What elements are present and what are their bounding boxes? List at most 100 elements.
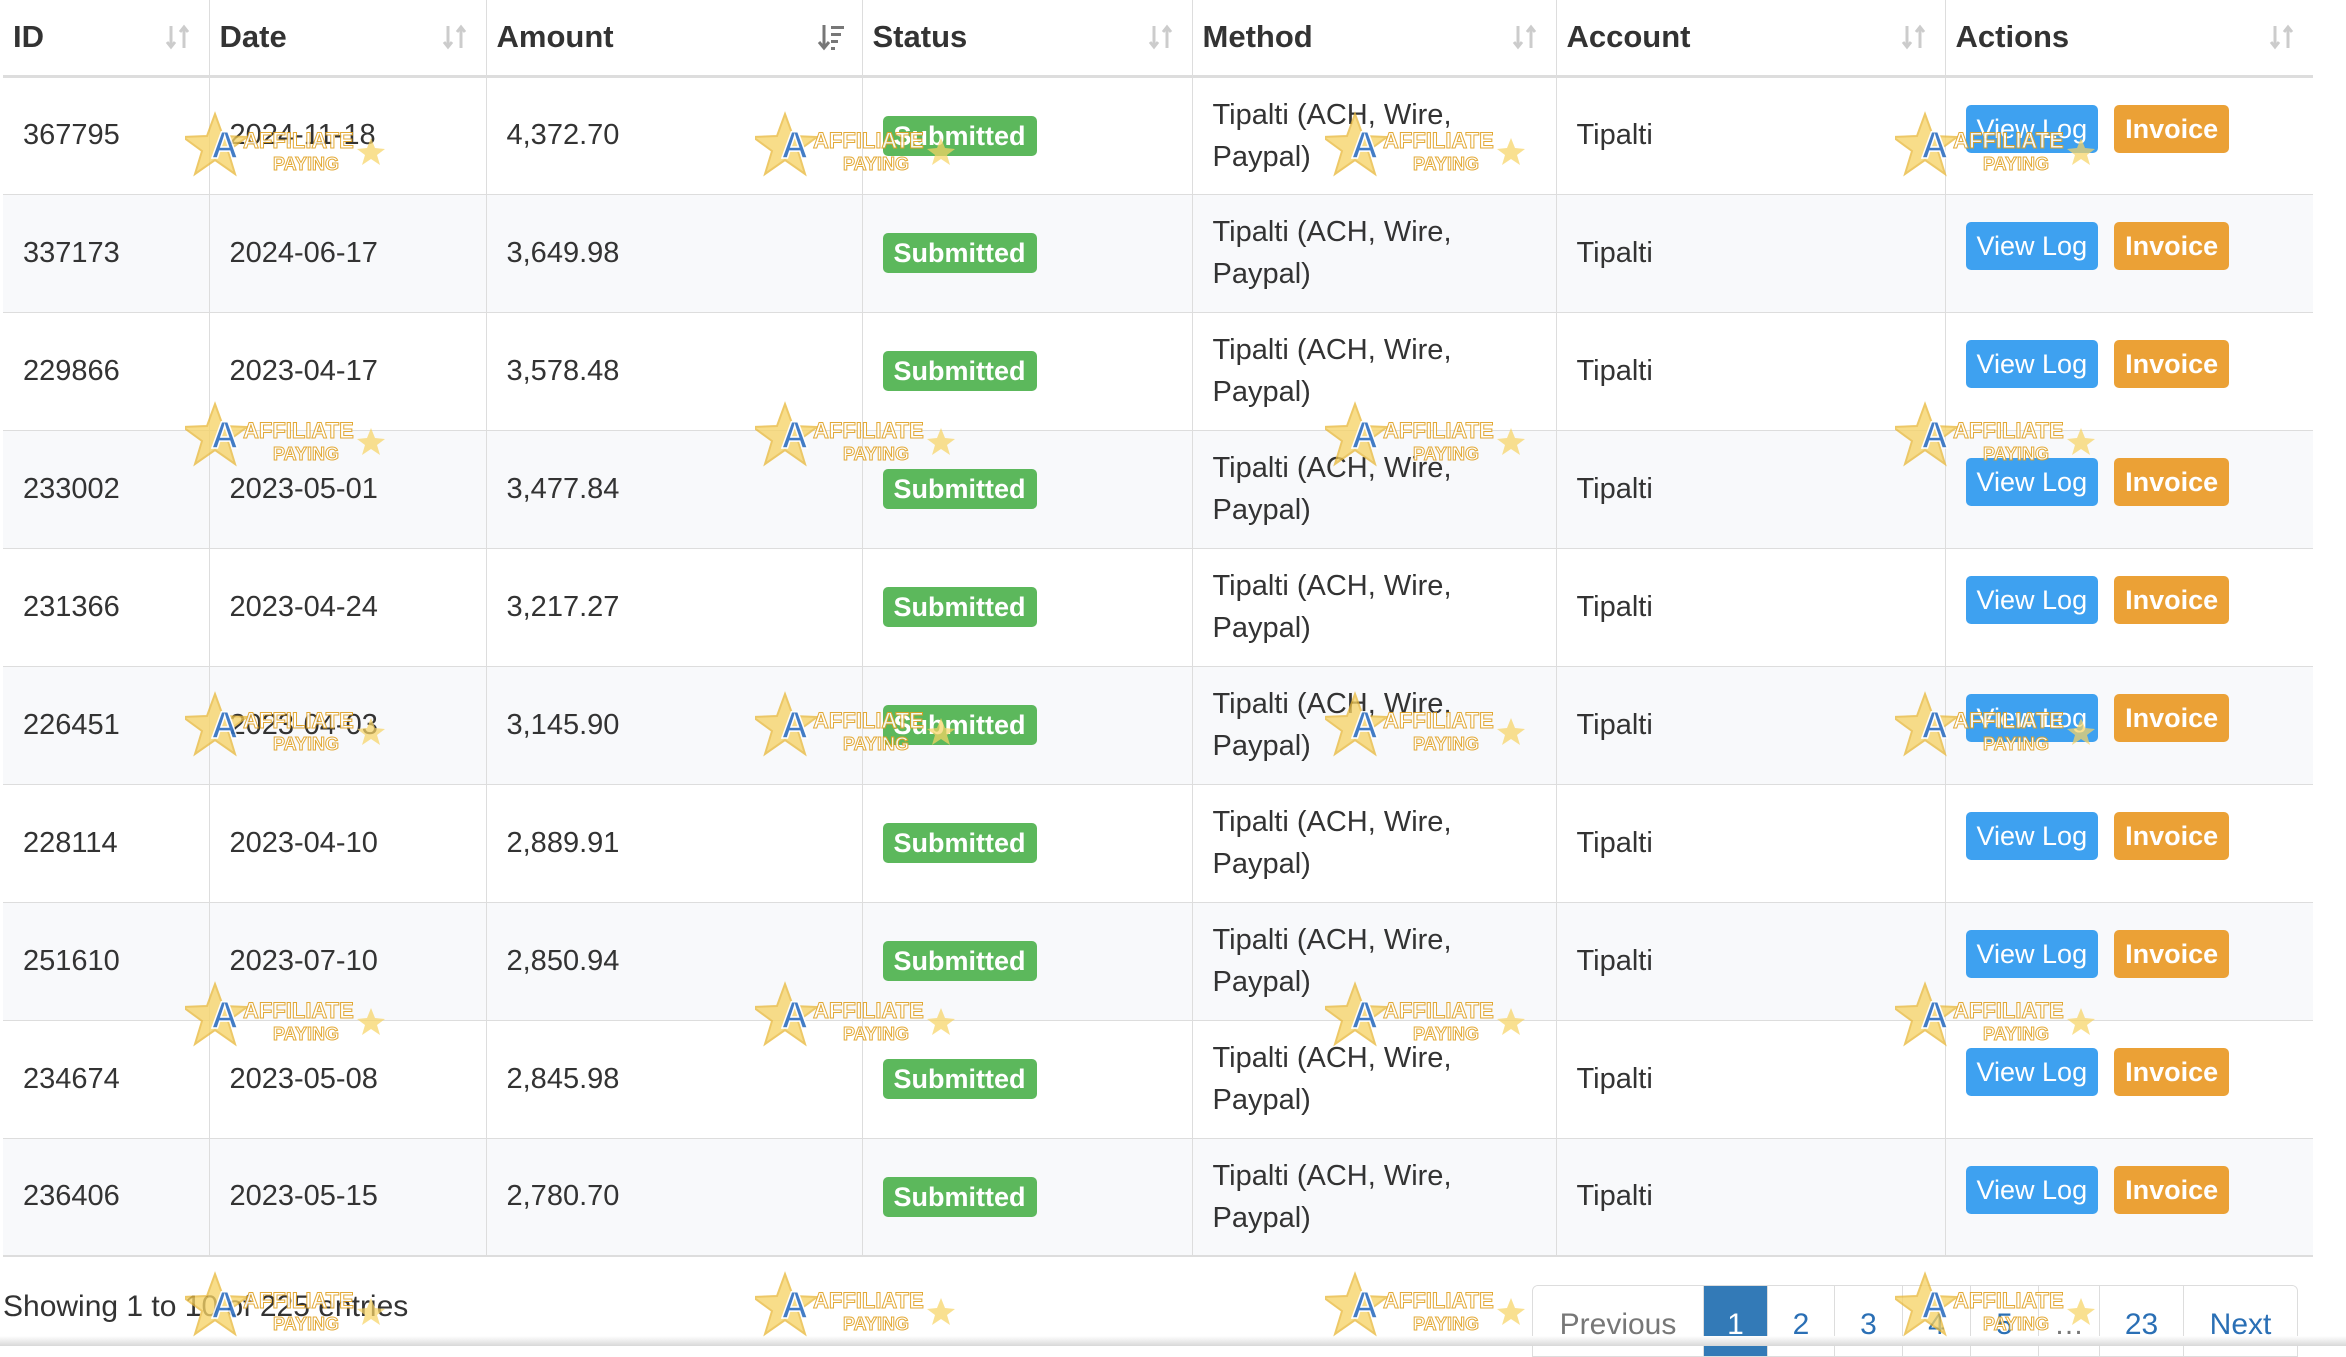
- view-log-button[interactable]: View Log: [1965, 458, 2099, 506]
- cell-id: 233002: [3, 429, 210, 548]
- invoice-button[interactable]: Invoice: [2114, 340, 2230, 388]
- view-log-button[interactable]: View Log: [1965, 1165, 2099, 1214]
- cell-amount: 3,578.48: [486, 311, 863, 430]
- view-log-button[interactable]: View Log: [1965, 930, 2099, 978]
- payments-table-container: ID Date Amount Status Method Account Act…: [3, 0, 2313, 1257]
- method-text: Tipalti (ACH, Wire, Paypal): [1212, 688, 1452, 762]
- cell-actions: View Log Invoice: [1945, 901, 2313, 1020]
- table-info-text: Showing 1 to 10 of 225 entries: [3, 1290, 409, 1323]
- cell-account: Tipalti: [1556, 75, 1946, 194]
- invoice-button[interactable]: Invoice: [2114, 222, 2230, 270]
- view-log-button[interactable]: View Log: [1965, 576, 2099, 624]
- cell-status: Submitted: [862, 1019, 1193, 1138]
- method-text: Tipalti (ACH, Wire, Paypal): [1212, 452, 1452, 526]
- view-log-button[interactable]: View Log: [1965, 1048, 2099, 1096]
- status-badge: Submitted: [882, 469, 1037, 509]
- invoice-button[interactable]: Invoice: [2114, 930, 2230, 978]
- view-log-button[interactable]: View Log: [1965, 340, 2099, 388]
- cell-date: 2024-06-17: [209, 193, 487, 312]
- column-header-id[interactable]: ID: [3, 0, 210, 78]
- pagination: Previous 1 2 3 4 5 … 23 Next: [1532, 1285, 2298, 1357]
- actions-group: View Log Invoice: [1965, 694, 2313, 742]
- cell-actions: View Log Invoice: [1945, 75, 2313, 194]
- view-log-button[interactable]: View Log: [1965, 222, 2099, 270]
- cell-status: Submitted: [862, 193, 1193, 312]
- svg-text:AFFILIATE: AFFILIATE: [1383, 1288, 1494, 1313]
- invoice-button[interactable]: Invoice: [2114, 1048, 2230, 1096]
- status-badge: Submitted: [882, 233, 1037, 273]
- cell-amount: 2,850.94: [486, 901, 863, 1020]
- cell-id: 251610: [3, 901, 210, 1020]
- column-header-account[interactable]: Account: [1556, 0, 1946, 78]
- cell-amount: 3,217.27: [486, 547, 863, 666]
- column-header-method[interactable]: Method: [1192, 0, 1557, 78]
- invoice-button[interactable]: Invoice: [2114, 1165, 2230, 1214]
- cell-date: 2024-11-18: [209, 75, 487, 194]
- table-header-row: ID Date Amount Status Method Account Act…: [3, 0, 2313, 78]
- cell-account: Tipalti: [1556, 1019, 1946, 1138]
- cell-amount: 4,372.70: [486, 75, 863, 194]
- actions-group: View Log Invoice: [1965, 458, 2313, 506]
- cell-status: Submitted: [862, 783, 1193, 902]
- invoice-button[interactable]: Invoice: [2114, 694, 2230, 742]
- invoice-button[interactable]: Invoice: [2114, 104, 2230, 153]
- cell-amount: 3,649.98: [486, 193, 863, 312]
- cell-status: Submitted: [862, 665, 1193, 784]
- cell-id: 236406: [3, 1137, 210, 1257]
- column-header-status[interactable]: Status: [862, 0, 1193, 78]
- svg-text:PAYING: PAYING: [1413, 1314, 1479, 1334]
- cell-amount: 2,845.98: [486, 1019, 863, 1138]
- method-text: Tipalti (ACH, Wire, Paypal): [1212, 216, 1452, 290]
- cell-actions: View Log Invoice: [1945, 665, 2313, 784]
- invoice-button[interactable]: Invoice: [2114, 812, 2230, 860]
- invoice-button[interactable]: Invoice: [2114, 576, 2230, 624]
- invoice-button[interactable]: Invoice: [2114, 458, 2230, 506]
- actions-group: View Log Invoice: [1965, 576, 2313, 624]
- actions-group: View Log Invoice: [1965, 930, 2313, 978]
- cell-status: Submitted: [862, 547, 1193, 666]
- sort-both-icon: [1901, 24, 1925, 50]
- cell-amount: 2,889.91: [486, 783, 863, 902]
- table-body: 367795 2024-11-18 4,372.70 Submitted Tip…: [3, 75, 2313, 1257]
- status-badge: Submitted: [882, 823, 1037, 863]
- view-log-button[interactable]: View Log: [1965, 812, 2099, 860]
- cell-date: 2023-07-10: [209, 901, 487, 1020]
- cell-account: Tipalti: [1556, 547, 1946, 666]
- cell-status: Submitted: [862, 901, 1193, 1020]
- table-row: 229866 2023-04-17 3,578.48 Submitted Tip…: [3, 311, 2313, 430]
- cell-amount: 3,477.84: [486, 429, 863, 548]
- cell-actions: View Log Invoice: [1945, 783, 2313, 902]
- column-header-date[interactable]: Date: [209, 0, 487, 78]
- view-log-button[interactable]: View Log: [1965, 104, 2099, 153]
- svg-text:AFFILIATE: AFFILIATE: [813, 1288, 924, 1313]
- cell-date: 2023-04-24: [209, 547, 487, 666]
- method-text: Tipalti (ACH, Wire, Paypal): [1212, 570, 1452, 644]
- table-row: 231366 2023-04-24 3,217.27 Submitted Tip…: [3, 547, 2313, 666]
- cell-account: Tipalti: [1556, 429, 1946, 548]
- cell-method: Tipalti (ACH, Wire, Paypal): [1192, 1019, 1557, 1138]
- actions-group: View Log Invoice: [1965, 340, 2313, 388]
- cell-amount: 2,780.70: [486, 1137, 863, 1257]
- cell-method: Tipalti (ACH, Wire, Paypal): [1192, 193, 1557, 312]
- cell-method: Tipalti (ACH, Wire, Paypal): [1192, 547, 1557, 666]
- sort-descending-icon: [817, 25, 844, 51]
- cell-account: Tipalti: [1556, 193, 1946, 312]
- column-header-amount[interactable]: Amount: [486, 0, 863, 78]
- cell-method: Tipalti (ACH, Wire, Paypal): [1192, 75, 1557, 194]
- cell-status: Submitted: [862, 311, 1193, 430]
- actions-group: View Log Invoice: [1965, 222, 2313, 270]
- svg-text:A: A: [781, 1285, 808, 1327]
- method-text: Tipalti (ACH, Wire, Paypal): [1212, 806, 1452, 880]
- cell-actions: View Log Invoice: [1945, 547, 2313, 666]
- cell-status: Submitted: [862, 1137, 1193, 1257]
- cell-actions: View Log Invoice: [1945, 1019, 2313, 1138]
- method-text: Tipalti (ACH, Wire, Paypal): [1212, 1042, 1452, 1116]
- table-row: 226451 2023-04-03 3,145.90 Submitted Tip…: [3, 665, 2313, 784]
- view-log-button[interactable]: View Log: [1965, 694, 2099, 742]
- actions-group: View Log Invoice: [1965, 1048, 2313, 1096]
- cell-actions: View Log Invoice: [1945, 1137, 2313, 1257]
- column-header-actions[interactable]: Actions: [1945, 0, 2313, 78]
- svg-text:PAYING: PAYING: [843, 1314, 909, 1334]
- actions-group: View Log Invoice: [1965, 812, 2313, 860]
- method-text: Tipalti (ACH, Wire, Paypal): [1212, 98, 1452, 173]
